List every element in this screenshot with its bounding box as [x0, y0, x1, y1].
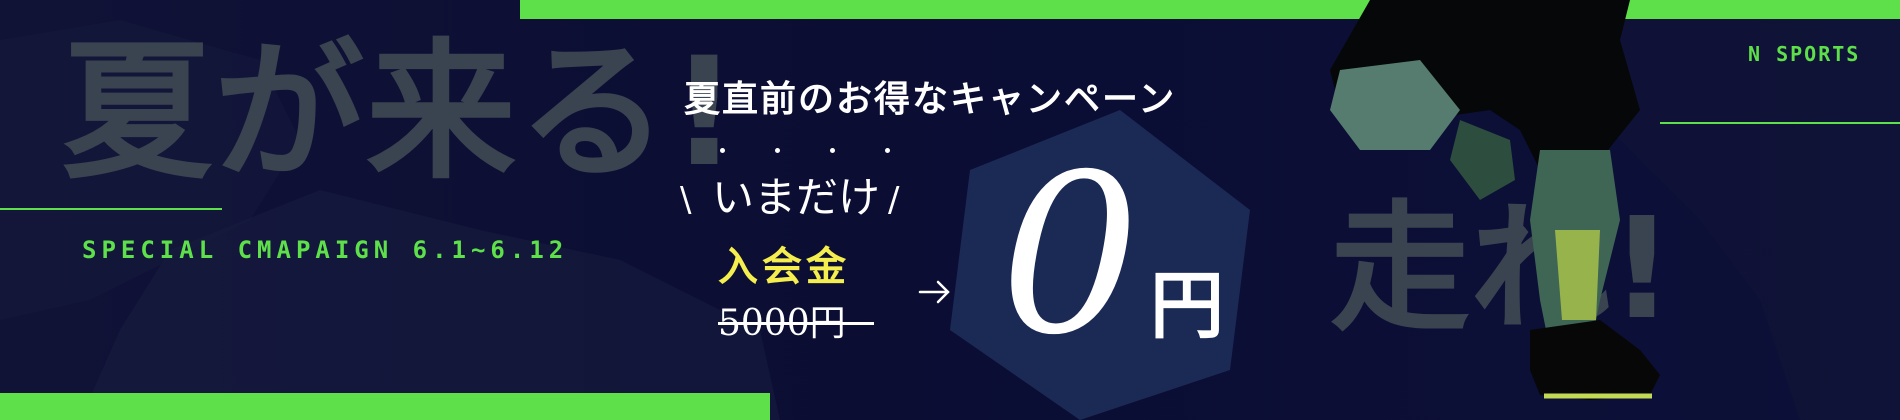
campaign-banner: 夏が来る! SPECIAL CMAPAIGN 6.1~6.12 夏直前のお得なキ…: [0, 0, 1900, 420]
campaign-headline: 夏直前のお得なキャンペーン: [684, 78, 1177, 120]
emphasis-dots-icon: [720, 148, 890, 164]
now-only-label: いまだけ: [712, 173, 881, 222]
slash-left: \: [680, 180, 692, 220]
slash-right: /: [888, 180, 900, 220]
ghost-headline-summer: 夏が来る!: [62, 26, 741, 200]
right-accent-line: [1660, 122, 1900, 124]
bottom-accent-bar: [0, 393, 770, 420]
left-accent-line: [0, 208, 222, 210]
brand-name: N SPORTS: [1748, 42, 1861, 66]
new-price-unit: 円: [1150, 263, 1224, 349]
enrollment-fee-label: 入会金: [718, 243, 850, 290]
old-price-strikethrough: [718, 322, 874, 325]
runner-silhouette: [1330, 0, 1660, 400]
arrow-right-icon: [918, 280, 950, 304]
campaign-dates: SPECIAL CMAPAIGN 6.1~6.12: [82, 236, 569, 264]
